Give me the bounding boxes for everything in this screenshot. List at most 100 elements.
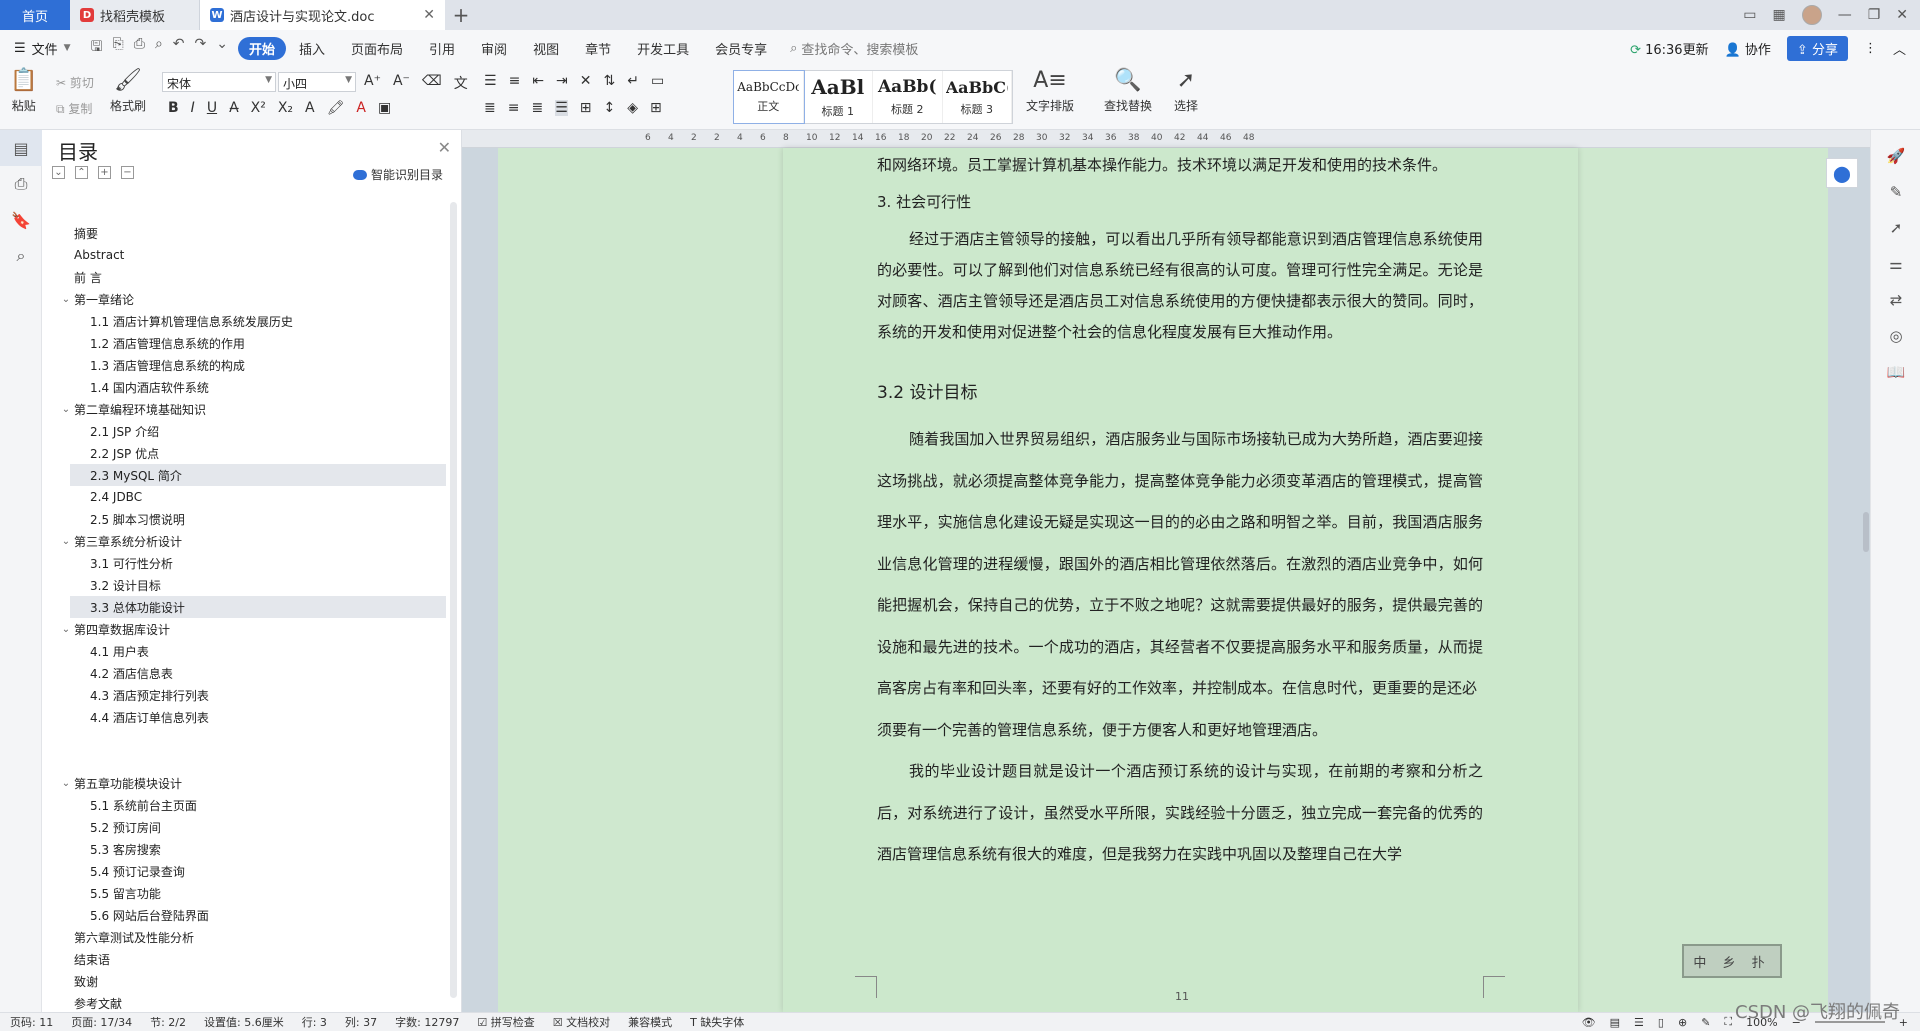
toc-item[interactable]: 3.3 总体功能设计 <box>70 596 446 618</box>
customize-icon[interactable]: ⌄ <box>216 36 228 60</box>
paste-button[interactable]: 📋 粘贴 <box>10 68 37 114</box>
translate-icon[interactable]: ⇄ <box>1871 282 1920 318</box>
align-center-icon[interactable]: ≡ <box>508 100 520 116</box>
toc-item[interactable]: ⌄ 第三章系统分析设计 <box>42 530 446 552</box>
new-tab-button[interactable]: + <box>445 0 477 30</box>
print-icon[interactable]: ⎙ <box>134 36 145 60</box>
toc-item[interactable]: 5.1 系统前台主页面 <box>42 794 446 816</box>
compass-icon[interactable]: ◎ <box>1871 318 1920 354</box>
select-button[interactable]: ➚ 选择 <box>1174 68 1198 114</box>
grid-apps-icon[interactable]: ▦ <box>1772 7 1785 23</box>
expand-all-icon[interactable]: ⌃ <box>75 166 88 179</box>
toc-item[interactable]: 2.3 MySQL 简介 <box>70 464 446 486</box>
rocket-icon[interactable]: 🚀 <box>1871 138 1920 174</box>
align-justify-icon[interactable]: ☰ <box>555 100 568 116</box>
toc-scrollbar[interactable] <box>450 202 457 998</box>
menu-developer[interactable]: 开发工具 <box>624 39 702 58</box>
numbered-list-icon[interactable]: ≡ <box>509 73 521 89</box>
borders-icon[interactable]: ⊞ <box>650 100 662 116</box>
chevron-down-icon[interactable]: ⌄ <box>58 778 74 789</box>
toc-item[interactable]: ⌄ 第四章数据库设计 <box>42 618 446 640</box>
sort-icon[interactable]: ⇅ <box>604 73 616 89</box>
toc-item[interactable]: 2.1 JSP 介绍 <box>42 420 446 442</box>
cut-button[interactable]: ✂ 剪切 <box>56 74 94 91</box>
chevron-down-icon[interactable]: ⌄ <box>58 294 74 305</box>
clear-format-icon[interactable]: ⌫ <box>422 73 442 93</box>
book-icon[interactable]: 📖 <box>1871 354 1920 390</box>
toc-item[interactable]: 1.1 酒店计算机管理信息系统发展历史 <box>42 310 446 332</box>
outline-view-icon[interactable]: ☰ <box>1634 1016 1644 1029</box>
close-icon[interactable]: ✕ <box>438 138 451 157</box>
chevron-down-icon[interactable]: ⌄ <box>58 536 74 547</box>
subscript-icon[interactable]: X₂ <box>278 100 293 116</box>
close-window-icon[interactable]: ✕ <box>1896 7 1908 23</box>
toc-item[interactable]: 4.4 酒店订单信息列表 <box>42 706 446 728</box>
write-view-icon[interactable]: ✎ <box>1701 1016 1710 1029</box>
smart-toc-button[interactable]: 智能识别目录 <box>352 166 443 183</box>
location-pin-icon[interactable]: ⬤ <box>1826 158 1858 188</box>
toc-item[interactable]: 致谢 <box>42 970 446 992</box>
toc-item[interactable]: 2.2 JSP 优点 <box>42 442 446 464</box>
adjust-icon[interactable]: ⚌ <box>1871 246 1920 282</box>
toc-item[interactable]: 第六章测试及性能分析 <box>42 926 446 948</box>
style-heading-1[interactable]: AaBl 标题 1 <box>804 71 873 123</box>
preview-icon[interactable]: ⌕ <box>155 36 163 60</box>
toc-item[interactable]: 3.2 设计目标 <box>42 574 446 596</box>
toc-item[interactable]: 5.2 预订房间 <box>42 816 446 838</box>
bookmark-icon[interactable]: 🔖 <box>0 202 42 238</box>
file-menu[interactable]: ☰ 文件 ▼ <box>0 39 81 58</box>
horizontal-ruler[interactable]: 6 4 2 2 4 6 8 10 12 14 16 18 20 22 24 26 28 30 32 34 36 38 40 4… <box>462 130 1870 148</box>
scroll-thumb[interactable] <box>1863 512 1869 552</box>
toc-item[interactable]: Abstract <box>42 244 446 266</box>
toc-item[interactable]: 5.3 客房搜索 <box>42 838 446 860</box>
decrease-indent-icon[interactable]: ⇤ <box>532 73 544 89</box>
web-view-icon[interactable]: ⊕ <box>1678 1016 1687 1029</box>
menu-page-layout[interactable]: 页面布局 <box>338 39 416 58</box>
font-size-select[interactable]: 小四 ▼ <box>278 72 356 92</box>
font-name-select[interactable]: 宋体 ▼ <box>162 72 276 92</box>
copy-button[interactable]: ⧉ 复制 <box>56 100 92 117</box>
share-button[interactable]: ⇪ 分享 <box>1786 35 1848 61</box>
toc-item[interactable]: 参考文献 <box>42 992 446 1014</box>
more-icon[interactable]: ⋮ <box>1864 41 1877 56</box>
style-heading-2[interactable]: AaBb( 标题 2 <box>873 71 943 123</box>
toc-item[interactable]: 1.3 酒店管理信息系统的构成 <box>42 354 446 376</box>
toc-item[interactable]: 1.2 酒店管理信息系统的作用 <box>42 332 446 354</box>
status-page[interactable]: 页面: 17/34 <box>71 1014 132 1030</box>
restore-icon[interactable]: ❐ <box>1868 7 1881 23</box>
menu-references[interactable]: 引用 <box>416 39 468 58</box>
grow-font-icon[interactable]: A⁺ <box>364 73 381 93</box>
line-spacing-icon[interactable]: ↕ <box>604 100 616 116</box>
distributed-icon[interactable]: ⊞ <box>580 100 592 116</box>
close-tab-icon[interactable]: ✕ <box>423 7 435 23</box>
zoom-in-icon[interactable]: + <box>1899 1016 1908 1029</box>
font-color-icon[interactable]: A <box>356 100 366 116</box>
minimize-icon[interactable]: — <box>1838 7 1852 23</box>
toc-item[interactable]: 摘要 <box>42 222 446 244</box>
text-effect-icon[interactable]: A <box>305 100 315 116</box>
menu-view[interactable]: 视图 <box>520 39 572 58</box>
menu-home[interactable]: 开始 <box>237 36 286 60</box>
chevron-down-icon[interactable]: ⌄ <box>58 404 74 415</box>
menu-section[interactable]: 章节 <box>572 39 624 58</box>
save-icon[interactable]: 🖫 <box>91 36 103 60</box>
find-replace-button[interactable]: 🔍 查找替换 <box>1104 68 1152 114</box>
pinyin-icon[interactable]: 文 <box>454 73 468 93</box>
proofread-button[interactable]: ☒ 文档校对 <box>553 1014 610 1030</box>
command-search[interactable]: ⌕ 查找命令、搜索模板 <box>790 39 918 58</box>
document-body[interactable]: 和网络环境。员工掌握计算机基本操作能力。技术环境以满足开发和使用的技术条件。 3… <box>877 150 1483 876</box>
pen-icon[interactable]: ✎ <box>1871 174 1920 210</box>
toc-panel-icon[interactable]: ▤ <box>0 130 42 166</box>
toc-item[interactable]: 2.4 JDBC <box>42 486 446 508</box>
style-normal[interactable]: AaBbCcDc 正文 <box>733 70 805 124</box>
add-heading-icon[interactable]: + <box>98 166 111 179</box>
collapse-ribbon-icon[interactable]: ︿ <box>1893 39 1906 58</box>
export-icon[interactable]: ⎘ <box>113 36 124 60</box>
toc-item[interactable]: ⌄ 第五章功能模块设计 <box>42 772 446 794</box>
toc-item[interactable]: 5.6 网站后台登陆界面 <box>42 904 446 926</box>
shading-icon[interactable]: ◈ <box>627 100 638 116</box>
increase-indent-icon[interactable]: ⇥ <box>556 73 568 89</box>
highlight-icon[interactable]: 🖍 <box>327 100 345 116</box>
toc-item[interactable]: 前 言 <box>42 266 446 288</box>
align-right-icon[interactable]: ≣ <box>531 100 543 116</box>
